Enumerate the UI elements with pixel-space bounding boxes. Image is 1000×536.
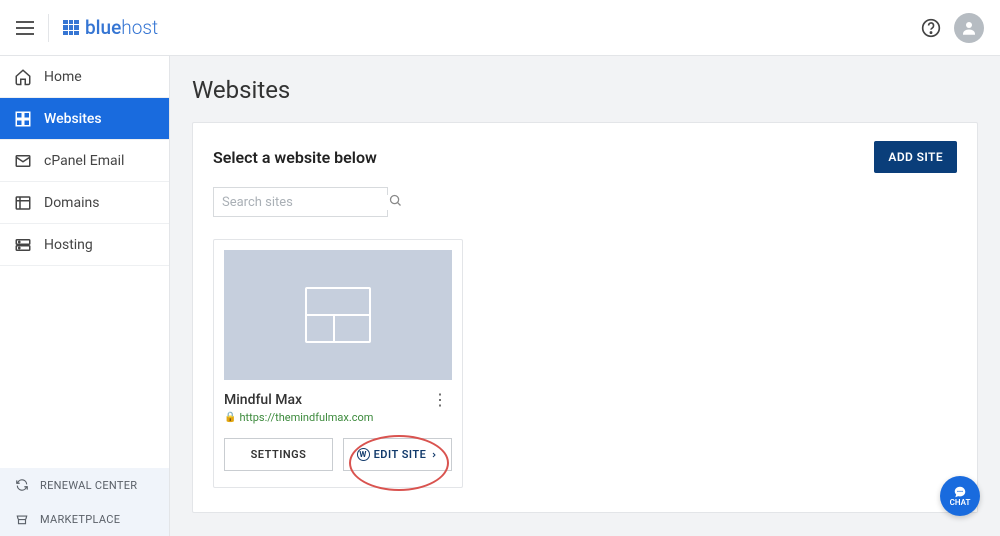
site-card: Mindful Max ⋮ 🔒 https://themindfulmax.co… [213, 239, 463, 488]
menu-toggle-icon[interactable] [16, 21, 34, 35]
chevron-right-icon [430, 451, 438, 459]
chat-label: CHAT [950, 498, 971, 507]
hosting-icon [14, 236, 32, 254]
search-icon[interactable] [388, 193, 403, 212]
sidebar-item-label: RENEWAL CENTER [40, 479, 137, 492]
brand-name-thin: host [121, 16, 158, 39]
panel-title: Select a website below [213, 148, 377, 167]
sidebar-item-label: Domains [44, 195, 99, 211]
sidebar-item-hosting[interactable]: Hosting [0, 224, 169, 266]
edit-site-button[interactable]: W EDIT SITE [343, 438, 452, 471]
layout-icon [305, 287, 371, 343]
home-icon [14, 68, 32, 86]
renewal-icon [14, 477, 30, 493]
sidebar-item-domains[interactable]: Domains [0, 182, 169, 224]
wordpress-icon: W [357, 448, 370, 461]
sidebar: Home Websites cPanel Email Domains Hosti… [0, 56, 170, 536]
lock-icon: 🔒 [224, 412, 236, 423]
site-options-icon[interactable]: ⋮ [428, 390, 452, 409]
page-title: Websites [192, 76, 978, 104]
top-header: bluehost [0, 0, 1000, 56]
sidebar-item-label: cPanel Email [44, 153, 124, 169]
sidebar-item-home[interactable]: Home [0, 56, 169, 98]
sidebar-item-label: Websites [44, 111, 102, 127]
sidebar-item-cpanel-email[interactable]: cPanel Email [0, 140, 169, 182]
search-input[interactable] [222, 195, 388, 210]
brand-logo[interactable]: bluehost [48, 14, 158, 42]
websites-panel: Select a website below ADD SITE Mindful … [192, 122, 978, 513]
chat-button[interactable]: CHAT [940, 476, 980, 516]
edit-site-label: EDIT SITE [374, 448, 427, 461]
user-avatar[interactable] [954, 13, 984, 43]
sidebar-bottom: RENEWAL CENTER MARKETPLACE [0, 468, 169, 536]
add-site-button[interactable]: ADD SITE [874, 141, 957, 173]
site-thumbnail[interactable] [224, 250, 452, 380]
site-url-text: https://themindfulmax.com [239, 411, 373, 424]
chat-icon [952, 485, 968, 499]
websites-icon [14, 110, 32, 128]
search-box[interactable] [213, 187, 388, 217]
sidebar-item-label: MARKETPLACE [40, 513, 120, 526]
sidebar-item-label: Hosting [44, 237, 93, 253]
settings-button[interactable]: SETTINGS [224, 438, 333, 471]
site-name: Mindful Max [224, 392, 428, 408]
logo-grid-icon [63, 20, 79, 36]
sidebar-item-websites[interactable]: Websites [0, 98, 169, 140]
sidebar-item-marketplace[interactable]: MARKETPLACE [0, 502, 169, 536]
site-url[interactable]: 🔒 https://themindfulmax.com [224, 411, 452, 424]
marketplace-icon [14, 511, 30, 527]
sidebar-item-renewal-center[interactable]: RENEWAL CENTER [0, 468, 169, 502]
domains-icon [14, 194, 32, 212]
brand-name-bold: blue [85, 16, 121, 39]
help-icon[interactable] [916, 13, 946, 43]
main-content: Websites Select a website below ADD SITE… [170, 56, 1000, 536]
sidebar-item-label: Home [44, 69, 82, 85]
email-icon [14, 152, 32, 170]
